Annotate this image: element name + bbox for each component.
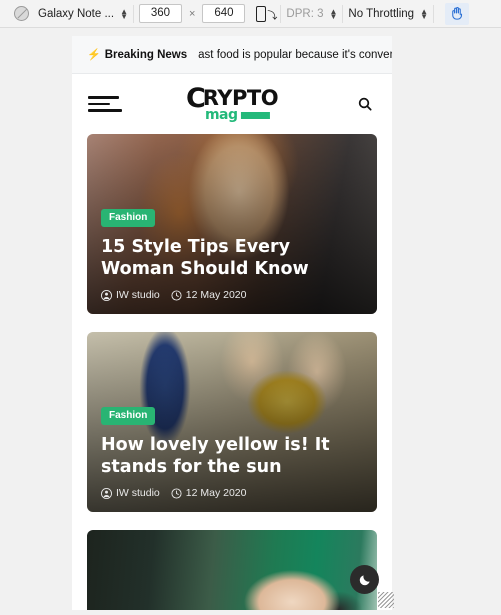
dpr-spinner-down-glyph: ▼: [329, 11, 338, 21]
device-viewport: ⚡ Breaking News ast food is popular beca…: [72, 36, 392, 610]
hamburger-line-2: [88, 102, 110, 106]
throttling-selector[interactable]: No Throttling ▲ ▼: [348, 0, 428, 28]
toolbar-divider-4: [432, 4, 434, 23]
article-title[interactable]: 15 Style Tips Every Woman Should Know: [101, 236, 363, 280]
breaking-news-ticker-text[interactable]: ast food is popular because it's conveni…: [198, 49, 392, 61]
hamburger-menu-icon[interactable]: [88, 96, 122, 112]
article-card[interactable]: [87, 530, 377, 610]
throttling-label: No Throttling: [348, 7, 415, 20]
article-author-name: IW studio: [116, 289, 160, 301]
article-date: 12 May 2020: [171, 289, 247, 301]
user-icon: [101, 487, 112, 499]
lightning-bolt-icon: ⚡: [87, 49, 101, 61]
device-name-label: Galaxy Note ...: [38, 7, 115, 20]
dimension-separator: ×: [188, 7, 196, 20]
resize-grip-icon[interactable]: [378, 592, 394, 608]
article-author: IW studio: [101, 289, 160, 301]
site-header: C RYPTO mag: [72, 74, 392, 134]
dpr-selector[interactable]: DPR: 3 ▲ ▼: [286, 0, 337, 28]
logo-accent-bar: [240, 111, 270, 119]
device-select-spinner-icon[interactable]: ▲ ▼: [120, 7, 128, 21]
breaking-news-label: Breaking News: [104, 48, 188, 61]
logo-main-text: RYPTO: [202, 86, 279, 110]
logo-wordmark-bottom: mag: [205, 107, 270, 123]
site-logo[interactable]: C RYPTO mag: [185, 83, 279, 123]
dpr-spinner-icon[interactable]: ▲ ▼: [329, 7, 338, 21]
toolbar-divider-2: [280, 4, 282, 23]
article-card-body: Fashion 15 Style Tips Every Woman Should…: [87, 195, 377, 314]
article-author: IW studio: [101, 487, 160, 499]
device-no-select-icon: [14, 6, 29, 21]
logo-sub-text: mag: [204, 107, 238, 123]
hamburger-line-1: [88, 96, 119, 99]
dimension-group: 360 × 640 ⤵: [138, 0, 278, 28]
magnifier-glyph: [358, 97, 372, 111]
devtools-device-toolbar: Galaxy Note ... ▲ ▼ 360 × 640 ⤵ DPR: 3 ▲…: [0, 0, 501, 28]
clock-icon: [171, 289, 182, 301]
device-selector[interactable]: Galaxy Note ... ▲ ▼: [0, 0, 128, 28]
spinner-down-glyph: ▼: [120, 11, 128, 21]
search-icon[interactable]: [354, 93, 376, 115]
viewport-height-input[interactable]: 640: [202, 4, 246, 23]
article-date-text: 12 May 2020: [185, 487, 247, 499]
moon-icon: [359, 574, 370, 585]
clock-icon: [171, 487, 182, 499]
article-meta: IW studio 12 May 2020: [101, 487, 363, 499]
rotate-phone-shape: [256, 5, 267, 22]
hamburger-line-3: [88, 109, 122, 112]
hand-glyph: [452, 7, 463, 20]
article-author-name: IW studio: [116, 487, 160, 499]
article-card[interactable]: Fashion 15 Style Tips Every Woman Should…: [87, 134, 377, 314]
dark-mode-toggle-button[interactable]: [350, 565, 379, 594]
breaking-news-bar[interactable]: ⚡ Breaking News ast food is popular beca…: [72, 36, 392, 74]
rotate-device-icon[interactable]: ⤵: [255, 5, 278, 23]
category-badge[interactable]: Fashion: [101, 208, 156, 227]
user-icon: [101, 289, 112, 301]
toolbar-divider-3: [342, 4, 344, 23]
throttling-spinner-down-glyph: ▼: [420, 11, 428, 21]
dpr-label: DPR: 3: [286, 7, 324, 20]
category-badge[interactable]: Fashion: [101, 406, 156, 425]
viewport-width-input[interactable]: 360: [138, 4, 182, 23]
article-card-body: Fashion How lovely yellow is! It stands …: [87, 393, 377, 512]
article-card[interactable]: Fashion How lovely yellow is! It stands …: [87, 332, 377, 512]
toolbar-divider-1: [132, 4, 134, 23]
rotate-arrow-glyph: ⤵: [267, 10, 278, 22]
throttling-spinner-icon[interactable]: ▲ ▼: [420, 7, 428, 21]
article-date-text: 12 May 2020: [185, 289, 247, 301]
article-meta: IW studio 12 May 2020: [101, 289, 363, 301]
logo-initial: C: [185, 83, 206, 114]
article-date: 12 May 2020: [171, 487, 247, 499]
touch-cursor-icon[interactable]: [444, 2, 469, 25]
article-card-list: Fashion 15 Style Tips Every Woman Should…: [72, 134, 392, 610]
article-title[interactable]: How lovely yellow is! It stands for the …: [101, 434, 363, 478]
article-thumbnail: [87, 530, 377, 610]
